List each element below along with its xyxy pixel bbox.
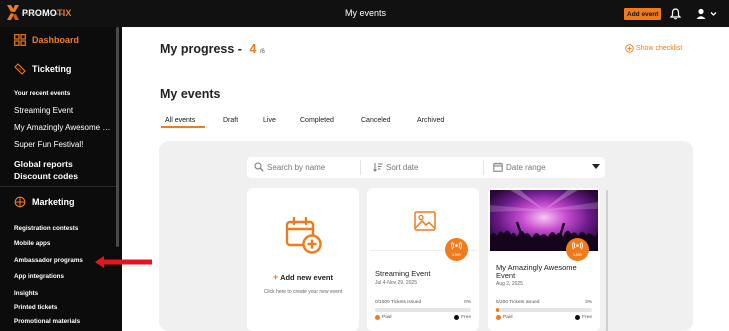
recent-event-link[interactable]: Streaming Event — [14, 106, 114, 115]
progress-label: My progress - — [160, 42, 242, 56]
recent-event-link[interactable]: My Amazingly Awesome Event — [14, 123, 114, 132]
top-bar: PROMOTIX EVERYTHING YOU NEED My events A… — [0, 0, 729, 27]
sidebar-item-promotional-materials[interactable]: Promotional materials — [14, 318, 80, 325]
my-events-heading: My events — [160, 87, 221, 101]
sidebar-item-discount-codes[interactable]: Discount codes — [14, 171, 78, 181]
recent-event-link[interactable]: Super Fun Festival! — [14, 140, 114, 149]
search-icon — [254, 162, 264, 172]
tab-all-events[interactable]: All events — [165, 117, 195, 124]
add-new-event-card[interactable]: + Add new event Click here to create you… — [247, 188, 359, 331]
filter-separator — [483, 160, 484, 175]
sidebar-item-registration-contests[interactable]: Registration contests — [14, 225, 78, 232]
free-legend: Free — [575, 315, 592, 320]
date-range-select[interactable]: Date range — [493, 162, 546, 172]
red-pointer-arrow-icon — [95, 256, 152, 268]
sidebar-item-ticketing[interactable]: Ticketing — [14, 63, 71, 75]
chevron-down-icon[interactable] — [592, 164, 600, 169]
tab-draft[interactable]: Draft — [223, 117, 238, 124]
tickets-issued-row: 0/1000 Tickets issued 0% — [375, 300, 471, 305]
sidebar-item-label: Ticketing — [32, 64, 72, 74]
tickets-issued-row: 5/200 Tickets issued 3% — [496, 300, 592, 305]
event-card[interactable]: Live My Amazingly Awesome Event Aug 2, 2… — [488, 188, 600, 331]
event-card[interactable]: Live Streaming Event Jul 4-Nov 29, 2025 … — [367, 188, 479, 331]
show-checklist-label: Show checklist — [636, 45, 683, 52]
cards-scrollbar[interactable] — [606, 190, 608, 331]
free-legend: Free — [454, 315, 471, 320]
tickets-progress-bar — [496, 308, 592, 312]
progress-heading: My progress - 4 /6 — [160, 42, 265, 56]
dashboard-icon — [14, 34, 26, 46]
sidebar-item-insights[interactable]: Insights — [14, 290, 38, 297]
sidebar-item-dashboard[interactable]: Dashboard — [14, 34, 79, 46]
bell-icon[interactable] — [670, 8, 681, 20]
event-title: Streaming Event — [375, 269, 431, 278]
sort-icon — [373, 163, 383, 172]
sidebar-item-ambassador-programs[interactable]: Ambassador programs — [14, 257, 83, 264]
filter-separator — [360, 160, 361, 175]
add-event-button[interactable]: Add event — [624, 8, 662, 20]
event-date: Jul 4-Nov 29, 2025 — [375, 280, 417, 286]
page-title: My events — [345, 8, 387, 18]
ticket-icon — [14, 63, 26, 75]
search-input[interactable]: Search by name — [254, 162, 325, 172]
sidebar-item-global-reports[interactable]: Global reports — [14, 159, 73, 169]
live-badge-label: Live — [452, 252, 461, 257]
paid-legend: Paid — [375, 315, 392, 320]
user-menu-icon[interactable] — [696, 8, 718, 20]
live-badge-label: Live — [573, 252, 582, 257]
logo-mark-icon — [7, 5, 19, 20]
active-tab-indicator — [161, 126, 205, 128]
logo-tagline: EVERYTHING YOU NEED — [22, 12, 64, 16]
sidebar-scrollbar[interactable] — [116, 27, 119, 247]
calendar-icon — [493, 162, 503, 172]
recent-events-label: Your recent events — [14, 90, 71, 97]
sidebar-item-label: Marketing — [32, 197, 75, 207]
calendar-add-icon — [285, 216, 322, 254]
broadcast-icon — [572, 241, 583, 250]
tab-archived[interactable]: Archived — [417, 117, 444, 124]
sidebar-item-label: Dashboard — [32, 35, 80, 45]
paid-dot-icon — [375, 315, 380, 320]
event-date: Aug 2, 2025 — [496, 281, 523, 287]
marketing-icon — [14, 196, 26, 208]
progress-value: 4 — [249, 42, 257, 56]
sidebar-item-mobile-apps[interactable]: Mobile apps — [14, 240, 50, 247]
sidebar-item-printed-tickets[interactable]: Printed tickets — [14, 304, 57, 311]
add-new-event-title: + Add new event — [272, 272, 333, 282]
sort-date-select[interactable]: Sort date — [373, 162, 418, 172]
free-dot-icon — [575, 315, 581, 320]
broadcast-icon — [451, 241, 462, 250]
sidebar-divider — [0, 186, 116, 187]
tab-canceled[interactable]: Canceled — [361, 117, 391, 124]
plus-circle-icon — [625, 44, 634, 53]
tickets-progress-bar — [375, 308, 471, 312]
tab-live[interactable]: Live — [263, 117, 276, 124]
sort-label: Sort date — [386, 162, 419, 172]
tickets-percent: 3% — [585, 300, 592, 305]
image-placeholder-icon — [414, 211, 436, 231]
paid-legend: Paid — [496, 315, 513, 320]
sidebar-item-app-integrations[interactable]: App integrations — [14, 273, 64, 280]
show-checklist-link[interactable]: Show checklist — [625, 44, 682, 53]
live-badge: Live — [566, 238, 589, 261]
live-badge: Live — [445, 238, 468, 261]
tickets-percent: 0% — [464, 300, 471, 305]
free-dot-icon — [454, 315, 460, 320]
tickets-progress-fill — [496, 308, 499, 312]
event-title: My Amazingly Awesome Event — [496, 263, 577, 280]
add-new-event-subtitle: Click here to create your new event — [263, 289, 343, 295]
paid-dot-icon — [496, 315, 501, 320]
tab-completed[interactable]: Completed — [300, 117, 334, 124]
tickets-issued-text: 0/1000 Tickets issued — [375, 300, 422, 305]
date-range-label: Date range — [506, 162, 546, 172]
progress-total: /6 — [259, 49, 265, 55]
search-placeholder: Search by name — [267, 162, 326, 172]
tickets-issued-text: 5/200 Tickets issued — [496, 300, 540, 305]
sidebar-item-marketing[interactable]: Marketing — [14, 196, 75, 208]
